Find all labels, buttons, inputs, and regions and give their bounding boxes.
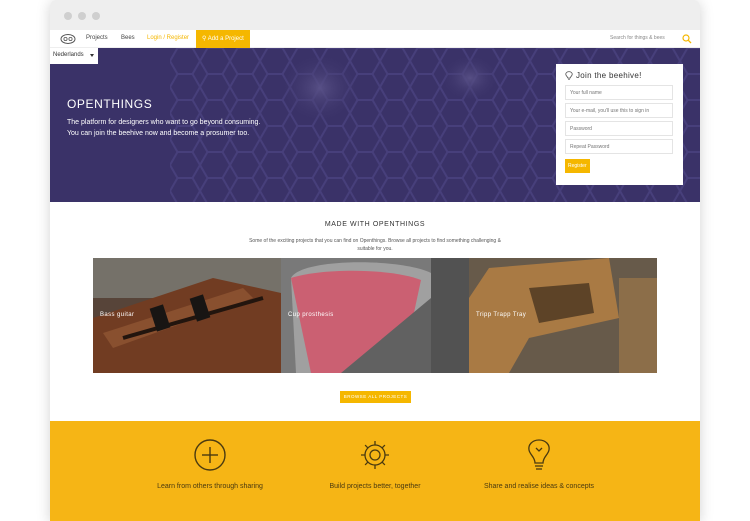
- hero-section: Nederlands OPENTHINGS The platform for d…: [50, 48, 700, 202]
- gear-icon: [361, 441, 389, 469]
- nav-bees-link[interactable]: Bees: [121, 35, 135, 41]
- nav-projects-link[interactable]: Projects: [86, 35, 108, 41]
- openthings-logo-icon[interactable]: [60, 33, 76, 45]
- feature-text: Build projects better, together: [329, 483, 421, 490]
- feature-share: Share and realise ideas & concepts: [464, 421, 614, 492]
- signup-title: Join the beehive!: [565, 71, 674, 80]
- language-value: Nederlands: [53, 52, 84, 58]
- hero-description: The platform for designers who want to g…: [67, 117, 307, 139]
- chevron-down-icon: [90, 54, 94, 57]
- project-card-bass-guitar[interactable]: Bass guitar: [93, 258, 281, 373]
- repeat-password-field[interactable]: [565, 139, 673, 154]
- password-field[interactable]: [565, 121, 673, 136]
- top-navbar: Projects Bees Login / Register ⚲ Add a P…: [50, 30, 700, 48]
- add-project-label: Add a Project: [207, 36, 244, 42]
- maximize-window-dot[interactable]: [92, 12, 100, 20]
- made-with-title: MADE WITH OPENTHINGS: [324, 221, 426, 228]
- feature-learn: Learn from others through sharing: [135, 421, 285, 492]
- signup-title-text: Join the beehive!: [576, 71, 642, 80]
- feature-text: Share and realise ideas & concepts: [483, 483, 595, 490]
- feature-build: Build projects better, together: [300, 421, 450, 492]
- feature-text: Learn from others through sharing: [157, 483, 263, 490]
- register-button[interactable]: Register: [565, 159, 590, 173]
- project-title: Tripp Trapp Tray: [476, 312, 527, 318]
- project-gallery: Bass guitar Cup prosthesis Tripp Trapp T…: [93, 258, 657, 373]
- search-icon[interactable]: [682, 34, 692, 44]
- project-title: Cup prosthesis: [288, 312, 334, 318]
- minimize-window-dot[interactable]: [78, 12, 86, 20]
- login-register-link[interactable]: Login / Register: [147, 35, 189, 41]
- full-name-field[interactable]: [565, 85, 673, 100]
- hero-title: OPENTHINGS: [67, 97, 153, 111]
- add-project-button[interactable]: ⚲ Add a Project: [196, 30, 250, 48]
- features-section: Learn from others through sharing Build …: [50, 421, 700, 521]
- project-title: Bass guitar: [100, 312, 135, 318]
- language-select[interactable]: Nederlands: [50, 48, 98, 64]
- project-card-tripp-trapp-tray[interactable]: Tripp Trapp Tray: [469, 258, 657, 373]
- lightbulb-icon: [528, 439, 550, 470]
- browser-window: Projects Bees Login / Register ⚲ Add a P…: [50, 0, 700, 521]
- made-with-description: Some of the exciting projects that you c…: [249, 238, 501, 252]
- lightbulb-icon: [565, 71, 573, 80]
- hero-description-line: You can join the beehive now and become …: [67, 130, 250, 137]
- project-card-cup-prosthesis[interactable]: Cup prosthesis: [281, 258, 469, 373]
- browser-titlebar: [50, 0, 700, 30]
- hero-description-line: The platform for designers who want to g…: [67, 119, 261, 126]
- close-window-dot[interactable]: [64, 12, 72, 20]
- search-input[interactable]: Search for things & bees: [610, 35, 665, 41]
- lightbulb-icon: ⚲: [202, 36, 207, 42]
- plus-circle-icon: [194, 439, 226, 471]
- signup-form: Join the beehive! Register: [556, 64, 683, 185]
- email-field[interactable]: [565, 103, 673, 118]
- browse-all-projects-button[interactable]: BROWSE ALL PROJECTS: [340, 391, 411, 403]
